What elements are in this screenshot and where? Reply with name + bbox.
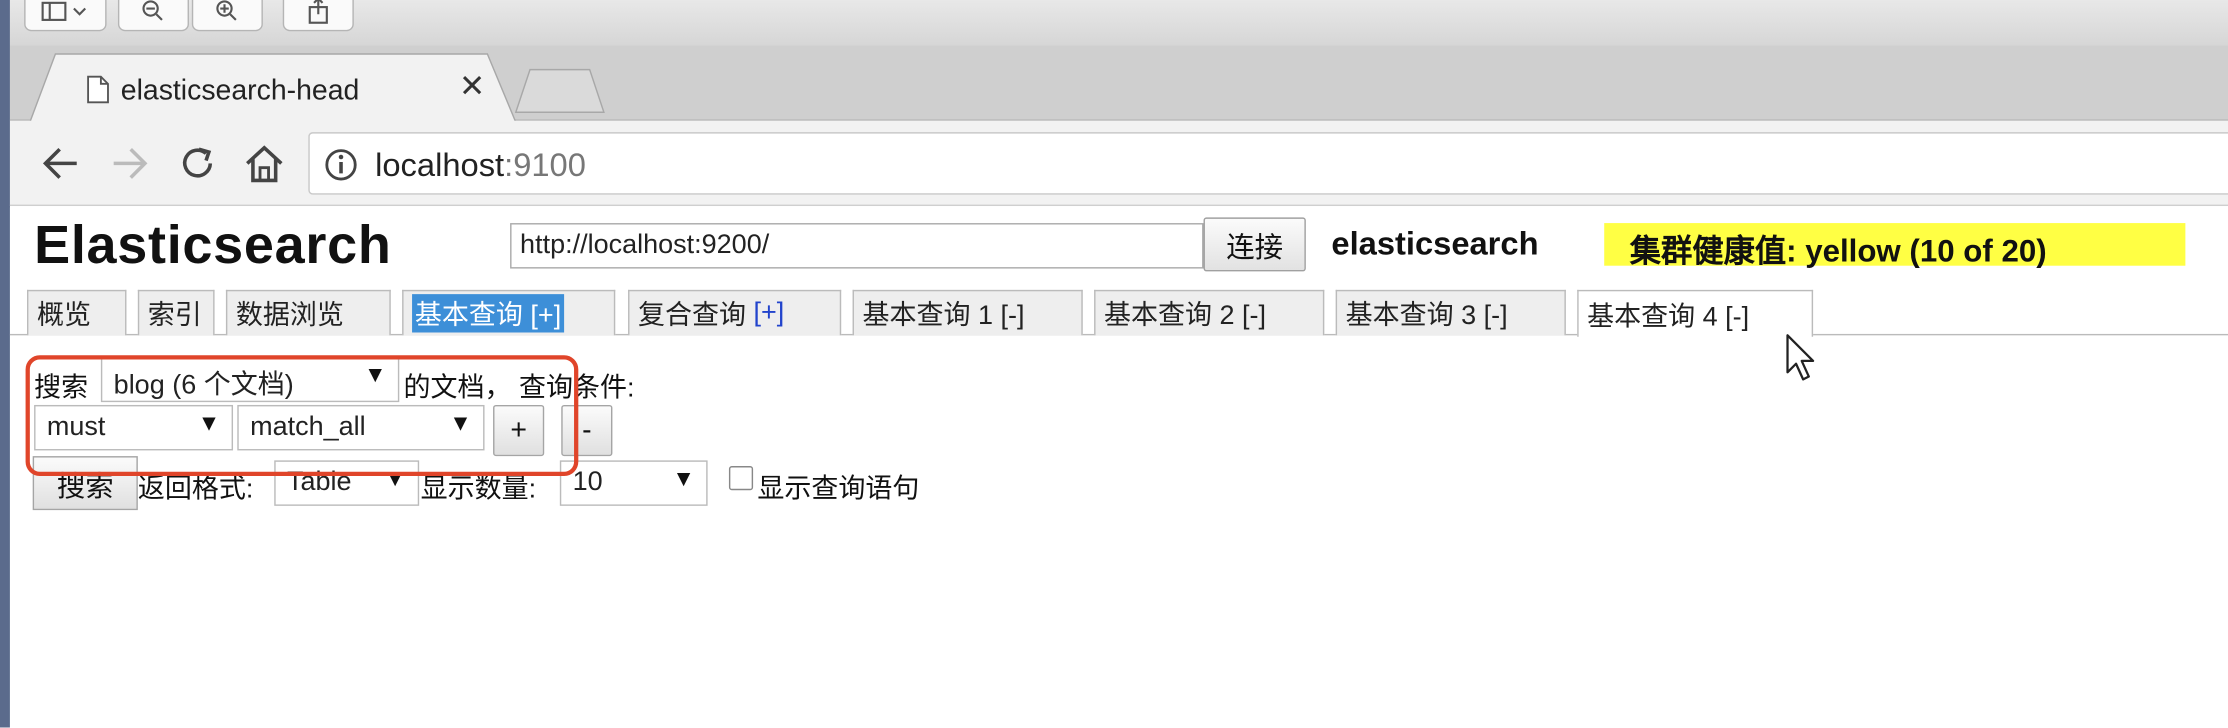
app-tabs: 概览 索引 数据浏览 基本查询 [+] 复合查询 [+] 基本查询 1 [-] … xyxy=(9,284,2228,337)
show-query-checkbox[interactable] xyxy=(728,466,754,491)
tab-label: 基本查询 1 [-] xyxy=(862,301,1025,332)
zoom-out-button[interactable] xyxy=(117,0,189,32)
new-tab-button[interactable] xyxy=(513,68,607,113)
tab-label: 基本查询 4 [-] xyxy=(1587,301,1750,332)
tab-compound-query[interactable]: 复合查询 [+] xyxy=(628,289,842,336)
cluster-url-input[interactable] xyxy=(510,223,1204,269)
url-port: :9100 xyxy=(504,146,586,184)
navigation-bar: localhost:9100 xyxy=(9,120,2228,207)
share-button[interactable] xyxy=(282,0,354,32)
page-title: Elasticsearch xyxy=(34,215,392,276)
arrow-left-icon[interactable] xyxy=(41,144,81,184)
tab-label: 基本查询 xyxy=(414,301,523,332)
sidebar-toggle-button[interactable] xyxy=(24,0,107,32)
tab-label: 基本查询 3 [-] xyxy=(1345,301,1508,332)
tab-suffix: [+] xyxy=(753,297,785,328)
tab-indices[interactable]: 索引 xyxy=(137,289,215,336)
browser-tab-strip: elasticsearch-head ✕ xyxy=(9,45,2228,123)
cluster-name: elasticsearch xyxy=(1331,224,1539,262)
info-icon[interactable] xyxy=(324,148,358,182)
arrow-right-icon[interactable] xyxy=(109,144,149,184)
zoom-in-icon xyxy=(216,0,237,21)
sidebar-icon xyxy=(41,1,87,21)
chevron-down-icon: ▼ xyxy=(672,467,695,492)
tab-overview[interactable]: 概览 xyxy=(26,289,127,336)
tab-basic-query-2[interactable]: 基本查询 2 [-] xyxy=(1094,289,1325,336)
browser-tab-title: elasticsearch-head xyxy=(120,75,360,107)
tab-basic-query-4[interactable]: 基本查询 4 [-] xyxy=(1577,289,1814,337)
tab-label: 基本查询 2 [-] xyxy=(1104,301,1267,332)
tab-basic-query-new[interactable]: 基本查询 [+] xyxy=(402,289,616,336)
tab-browser[interactable]: 数据浏览 xyxy=(225,289,391,336)
window-toolbar xyxy=(9,0,2228,46)
tab-label: 概览 xyxy=(36,301,91,332)
annotation-highlight-box xyxy=(25,355,579,477)
tab-suffix: [+] xyxy=(530,301,562,332)
cluster-health-badge: 集群健康值: yellow (10 of 20) xyxy=(1604,223,2186,269)
home-icon[interactable] xyxy=(243,144,286,184)
tab-basic-query-1[interactable]: 基本查询 1 [-] xyxy=(852,289,1083,336)
zoom-out-icon xyxy=(142,0,163,21)
query-form: 搜索 blog (6 个文档) ▼ 的文档， 查询条件: must ▼ match_… xyxy=(10,335,2228,727)
zoom-in-button[interactable] xyxy=(191,0,263,32)
page-content: Elasticsearch 连接 elasticsearch 集群健康值: ye… xyxy=(9,207,2228,728)
size-select-value: 10 xyxy=(572,467,603,498)
address-bar[interactable]: localhost:9100 xyxy=(308,132,2228,195)
tab-label-highlight: 基本查询 [+] xyxy=(412,294,565,333)
size-select[interactable]: 10 ▼ xyxy=(559,460,708,506)
connect-button[interactable]: 连接 xyxy=(1203,217,1306,272)
tab-basic-query-3[interactable]: 基本查询 3 [-] xyxy=(1335,289,1566,336)
share-icon xyxy=(308,0,328,24)
url-text: localhost:9100 xyxy=(375,146,586,184)
document-icon xyxy=(87,75,109,104)
reload-icon[interactable] xyxy=(178,144,218,184)
desktop-edge xyxy=(0,0,10,728)
close-icon[interactable]: ✕ xyxy=(459,69,485,104)
tab-label: 索引 xyxy=(147,301,202,332)
tab-label: 复合查询 xyxy=(637,301,747,332)
tab-label: 数据浏览 xyxy=(235,301,344,332)
screen: elasticsearch-head ✕ localhost:9100 Elas… xyxy=(0,0,2228,728)
browser-tab[interactable]: elasticsearch-head ✕ xyxy=(29,53,516,123)
mouse-cursor-icon xyxy=(1786,334,1815,381)
show-query-label: 显示查询语句 xyxy=(757,474,920,505)
url-host: localhost xyxy=(375,146,505,184)
